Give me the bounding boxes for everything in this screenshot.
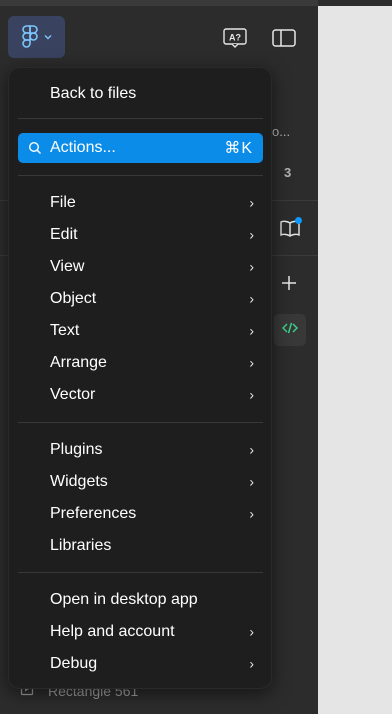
plus-icon[interactable] bbox=[278, 272, 300, 294]
menu-item-back-to-files[interactable]: Back to files bbox=[18, 79, 263, 109]
menu-item-actions[interactable]: Actions... ⌘K bbox=[18, 133, 263, 163]
chevron-right-icon: › bbox=[249, 505, 254, 522]
chevron-right-icon: › bbox=[249, 473, 254, 490]
menu-item-label: Vector bbox=[50, 386, 96, 403]
svg-text:A?: A? bbox=[229, 33, 241, 43]
chevron-right-icon: › bbox=[249, 655, 254, 672]
chevron-right-icon: › bbox=[249, 354, 254, 371]
chevron-right-icon: › bbox=[249, 194, 254, 211]
menu-item-label: Edit bbox=[50, 226, 78, 243]
auto-translate-icon[interactable]: A? bbox=[222, 26, 248, 50]
search-icon bbox=[28, 141, 42, 160]
chevron-down-icon bbox=[44, 34, 52, 40]
sidebar-toggle-icon[interactable] bbox=[270, 26, 298, 50]
menu-item-arrange[interactable]: Arrange › bbox=[18, 348, 263, 378]
notification-dot bbox=[295, 217, 302, 224]
chevron-right-icon: › bbox=[249, 386, 254, 403]
chevron-right-icon: › bbox=[249, 322, 254, 339]
menu-item-text[interactable]: Text › bbox=[18, 316, 263, 346]
menu-item-debug[interactable]: Debug › bbox=[18, 649, 263, 679]
menu-item-vector[interactable]: Vector › bbox=[18, 380, 263, 410]
menu-item-open-desktop-app[interactable]: Open in desktop app bbox=[18, 585, 263, 615]
menu-item-label: Help and account bbox=[50, 623, 175, 640]
menu-item-label: Plugins bbox=[50, 441, 103, 458]
chevron-right-icon: › bbox=[249, 290, 254, 307]
main-menu-button[interactable] bbox=[8, 16, 65, 58]
menu-separator bbox=[18, 422, 263, 423]
menu-item-label: Widgets bbox=[50, 473, 108, 490]
chevron-right-icon: › bbox=[249, 623, 254, 640]
code-button[interactable] bbox=[274, 314, 306, 346]
menu-item-widgets[interactable]: Widgets › bbox=[18, 467, 263, 497]
menu-item-label: Preferences bbox=[50, 505, 137, 522]
chevron-right-icon: › bbox=[249, 226, 254, 243]
canvas-area[interactable] bbox=[318, 6, 392, 714]
panel-partial-label: o... bbox=[272, 124, 291, 139]
menu-item-file[interactable]: File › bbox=[18, 188, 263, 218]
menu-item-label: Arrange bbox=[50, 354, 107, 371]
menu-item-label: Text bbox=[50, 322, 80, 339]
figma-logo-icon bbox=[21, 25, 38, 49]
menu-item-view[interactable]: View › bbox=[18, 252, 263, 282]
menu-item-libraries[interactable]: Libraries bbox=[18, 531, 263, 561]
panel-partial-count: 3 bbox=[284, 165, 292, 180]
menu-item-label: Object bbox=[50, 290, 97, 307]
menu-item-plugins[interactable]: Plugins › bbox=[18, 435, 263, 465]
menu-item-label: View bbox=[50, 258, 85, 275]
menu-item-label: Actions... bbox=[50, 139, 116, 156]
menu-item-label: File bbox=[50, 194, 76, 211]
menu-item-edit[interactable]: Edit › bbox=[18, 220, 263, 250]
menu-item-label: Debug bbox=[50, 655, 98, 672]
menu-separator bbox=[18, 572, 263, 573]
menu-separator bbox=[18, 175, 263, 176]
menu-item-label: Libraries bbox=[50, 537, 112, 554]
menu-item-object[interactable]: Object › bbox=[18, 284, 263, 314]
chevron-right-icon: › bbox=[249, 441, 254, 458]
menu-item-label: Back to files bbox=[50, 85, 137, 102]
shortcut-label: ⌘K bbox=[224, 140, 253, 157]
chevron-right-icon: › bbox=[249, 258, 254, 275]
menu-item-preferences[interactable]: Preferences › bbox=[18, 499, 263, 529]
code-icon bbox=[282, 321, 298, 339]
menu-item-label: Open in desktop app bbox=[50, 591, 198, 608]
main-menu: Back to files Actions... ⌘K File › Edit … bbox=[8, 67, 272, 689]
menu-item-help-and-account[interactable]: Help and account › bbox=[18, 617, 263, 647]
menu-separator bbox=[18, 118, 263, 119]
